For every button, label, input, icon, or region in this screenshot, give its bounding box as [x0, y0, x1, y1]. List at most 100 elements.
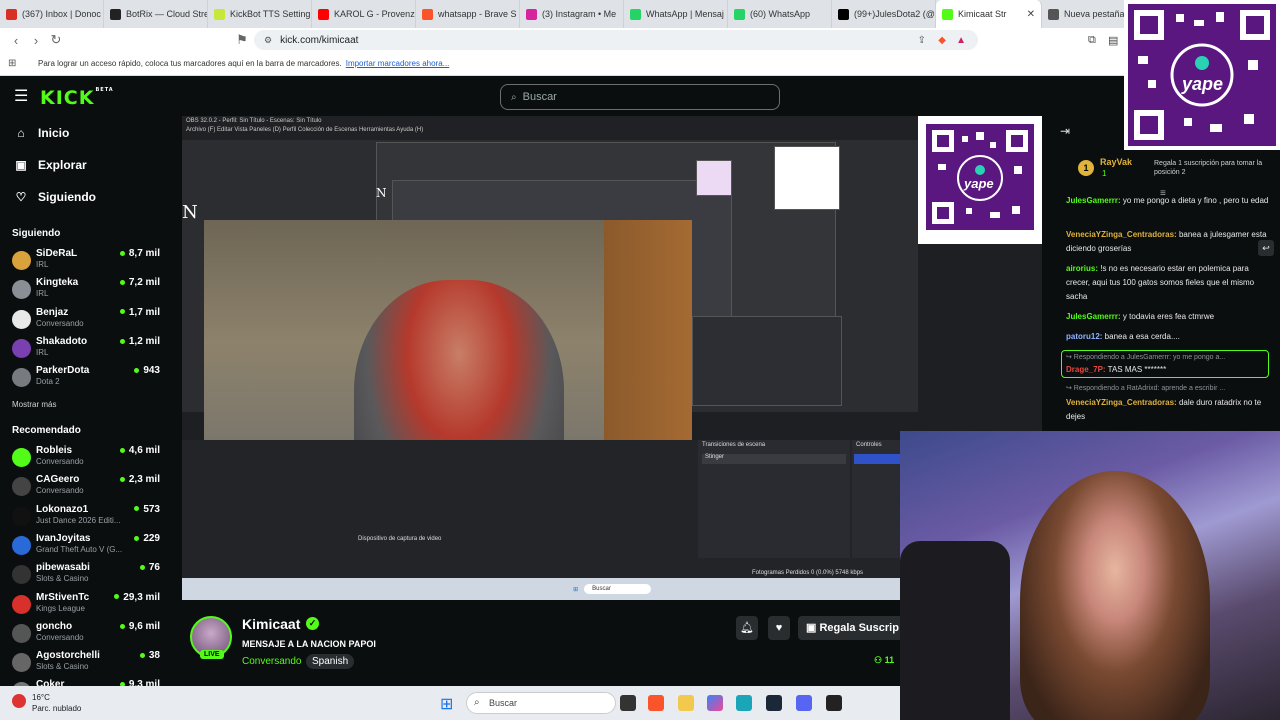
nav-inicio[interactable]: ⌂ Inicio: [14, 126, 69, 140]
channel-item[interactable]: Lokonazo1 Just Dance 2026 Editi... 573: [12, 504, 160, 530]
reload-icon[interactable]: ↻: [46, 32, 66, 48]
capture-device-label: Dispositivo de captura de video: [358, 536, 442, 542]
channel-item[interactable]: MrStivenTc Kings League 29,3 mil: [12, 592, 160, 618]
channel-name: pibewasabi: [36, 562, 90, 574]
start-stream-button[interactable]: [854, 454, 900, 464]
browser-tab[interactable]: whatsapp - Brave S: [416, 0, 520, 28]
chat-message: JulesGamerrr: yo me pongo a dieta y fino…: [1066, 194, 1274, 208]
show-more-link[interactable]: Mostrar más: [12, 400, 56, 409]
streamer-name[interactable]: Kimicaat: [242, 616, 300, 632]
import-bookmarks-link[interactable]: Importar marcadores ahora...: [346, 59, 450, 68]
channel-avatar: [12, 623, 31, 643]
channel-item[interactable]: Shakadoto IRL 1,2 mil: [12, 336, 160, 362]
copilot-icon[interactable]: [707, 695, 723, 711]
chat-username[interactable]: JulesGamerrr:: [1066, 312, 1121, 321]
url-field[interactable]: ⚙ kick.com/kimicaat ⇪ ◆ ▲: [254, 30, 978, 50]
channel-item[interactable]: IvanJoyitas Grand Theft Auto V (G... 229: [12, 533, 160, 559]
task-view-icon[interactable]: [620, 695, 636, 711]
channel-avatar: [12, 506, 31, 526]
sidebar-toggle-icon[interactable]: ▤: [1108, 34, 1118, 47]
notification-bell-icon[interactable]: 🔔︎: [736, 616, 758, 640]
chat-username[interactable]: JulesGamerrr:: [1066, 196, 1121, 205]
browser-tab[interactable]: (367) Inbox | Donoc: [0, 0, 104, 28]
share-icon[interactable]: ⇪: [918, 35, 926, 46]
channel-category: Kings League: [36, 603, 85, 613]
viewers-icon: ⚇: [874, 655, 885, 665]
streamer-webcam-figure: [1020, 471, 1210, 720]
channel-avatar: [12, 535, 31, 555]
browser-tab[interactable]: KAROL G - Provenz: [312, 0, 416, 28]
edge-icon[interactable]: [736, 695, 752, 711]
channel-avatar: [12, 594, 31, 614]
brave-icon[interactable]: [648, 695, 664, 711]
browser-tab[interactable]: BotRix — Cloud Stre: [104, 0, 208, 28]
language-tag[interactable]: Spanish: [306, 654, 355, 669]
discord-icon[interactable]: [796, 695, 812, 711]
channel-item[interactable]: Kingteka IRL 7,2 mil: [12, 277, 160, 303]
channel-avatar: [12, 280, 31, 300]
search-input[interactable]: ⌕ Buscar: [500, 84, 780, 110]
obs-menu-items: Archivo (F) Editar Vista Paneles (D) Per…: [186, 127, 424, 133]
transitions-title: Transiciones de escena: [702, 442, 766, 448]
channel-name: CAGeero: [36, 474, 80, 486]
collapse-chat-icon[interactable]: ⇥: [1060, 124, 1070, 138]
channel-item[interactable]: Robleis Conversando 4,6 mil: [12, 445, 160, 471]
kick-logo[interactable]: KICKBETA: [40, 87, 114, 109]
chat-message: VeneciaYZinga_Centradoras: banea a jules…: [1066, 228, 1274, 256]
browser-tab[interactable]: (99+)JulesDota2 (@: [832, 0, 936, 28]
back-icon[interactable]: ‹: [6, 33, 26, 48]
nav-label: Inicio: [38, 126, 70, 140]
transition-select[interactable]: Stinger: [702, 454, 846, 464]
reply-arrow-icon[interactable]: ↩: [1258, 240, 1274, 256]
file-explorer-icon[interactable]: [678, 695, 694, 711]
chat-username[interactable]: patoru12:: [1066, 332, 1102, 341]
channel-item[interactable]: SiDeRaL IRL 8,7 mil: [12, 248, 160, 274]
channel-item[interactable]: ParkerDota Dota 2 943: [12, 365, 160, 391]
bookmark-icon[interactable]: ⚑: [232, 32, 252, 48]
site-info-icon[interactable]: ⚙: [264, 35, 272, 46]
channel-item[interactable]: Benjaz Conversando 1,7 mil: [12, 307, 160, 333]
steam-icon[interactable]: [766, 695, 782, 711]
extensions-icon[interactable]: ⧉: [1088, 34, 1096, 47]
reply-message-2: ↪ Respondiendo a RatAdrixd: aprende a es…: [1066, 382, 1274, 424]
reply-username[interactable]: Drage_7P:: [1066, 365, 1106, 374]
menu-icon[interactable]: ☰: [14, 86, 28, 106]
channel-item[interactable]: goncho Conversando 9,6 mil: [12, 621, 160, 647]
browser-tab[interactable]: KickBot TTS Setting: [208, 0, 312, 28]
viewer-count: 29,3 mil: [114, 592, 160, 603]
browser-tab[interactable]: (60) WhatsApp: [728, 0, 832, 28]
pinned-username[interactable]: RayVak: [1100, 157, 1132, 167]
viewer-count-value: 11: [884, 655, 895, 665]
channel-item[interactable]: CAGeero Conversando 2,3 mil: [12, 474, 160, 500]
apps-grid-icon[interactable]: ⊞: [8, 58, 16, 69]
tab-favicon-icon: [1048, 8, 1059, 20]
close-tab-icon[interactable]: ✕: [1027, 9, 1035, 20]
weather-widget[interactable]: 16°C Parc. nublado: [32, 692, 81, 714]
chat-username[interactable]: VeneciaYZinga_Centradoras:: [1066, 230, 1177, 239]
brave-rewards-icon[interactable]: ▲: [956, 35, 966, 46]
chat-username[interactable]: airorius:: [1066, 264, 1098, 273]
reply-username-2[interactable]: VeneciaYZinga_Centradoras:: [1066, 398, 1177, 407]
follow-heart-icon[interactable]: ♥: [768, 616, 790, 640]
channel-item[interactable]: Agostorchelli Slots & Casino 38: [12, 650, 160, 676]
category-link[interactable]: Conversando: [242, 656, 301, 667]
channel-item[interactable]: pibewasabi Slots & Casino 76: [12, 562, 160, 588]
taskbar-search[interactable]: ⌕ Buscar: [466, 692, 616, 714]
brave-shield-icon[interactable]: ◆: [938, 35, 946, 46]
nav-siguiendo[interactable]: ♡ Siguiendo: [14, 190, 96, 204]
tab-favicon-icon: [630, 8, 641, 20]
gaming-chair: [900, 541, 1010, 720]
gift-sub-button[interactable]: ▣ Regala Suscrip: [798, 616, 908, 640]
obs-icon[interactable]: [826, 695, 842, 711]
tab-label: BotRix — Cloud Stre: [126, 9, 208, 19]
nav-explorar[interactable]: ▣ Explorar: [14, 158, 86, 172]
browser-tab[interactable]: (3) Instagram • Me: [520, 0, 624, 28]
browser-tab[interactable]: WhatsApp | Mensaj: [624, 0, 728, 28]
channel-name: SiDeRaL: [36, 248, 78, 259]
windows-start-icon[interactable]: ⊞: [440, 694, 453, 714]
yape-qr-overlay: yape: [1124, 0, 1280, 150]
captured-start-icon: ⊞: [573, 586, 579, 593]
forward-icon[interactable]: ›: [26, 33, 46, 48]
qr-overlay-brand: yape: [1182, 74, 1224, 94]
browser-tab[interactable]: Kimicaat Str ✕: [936, 0, 1042, 28]
